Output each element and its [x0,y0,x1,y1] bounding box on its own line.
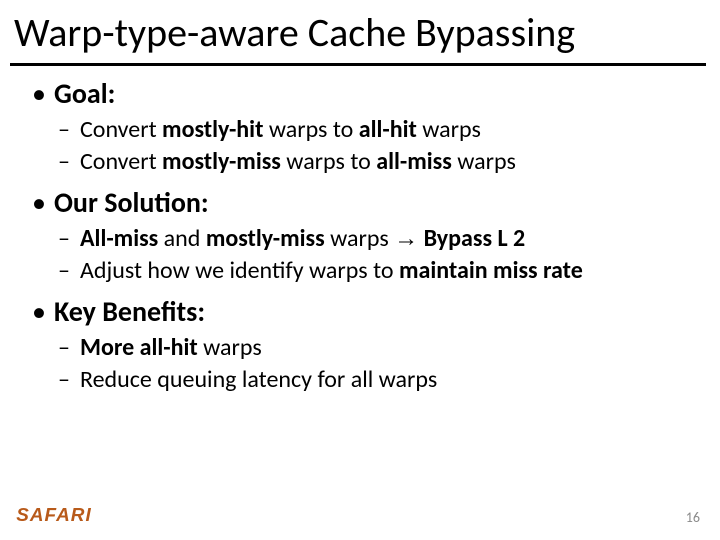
footer-logo: SAFARI [16,505,92,526]
arrow-icon: → [394,225,418,252]
page-number: 16 [686,509,700,526]
section-benefits-heading: Key Benefits: [28,294,700,329]
solution-item-2: Adjust how we identify warps to maintain… [58,256,700,286]
goal-item-2: Convert mostly-miss warps to all-miss wa… [58,147,700,177]
solution-item-1: All-miss and mostly-miss warps → Bypass … [58,224,700,254]
title-underline [10,63,706,66]
slide-body: Goal: Convert mostly-hit warps to all-hi… [0,76,720,395]
section-solution-heading: Our Solution: [28,185,700,220]
slide-title: Warp-type-aware Cache Bypassing [0,0,720,61]
goal-item-1: Convert mostly-hit warps to all-hit warp… [58,115,700,145]
benefit-item-2: Reduce queuing latency for all warps [58,365,700,395]
section-goal-heading: Goal: [28,76,700,111]
benefit-item-1: More all-hit warps [58,333,700,363]
